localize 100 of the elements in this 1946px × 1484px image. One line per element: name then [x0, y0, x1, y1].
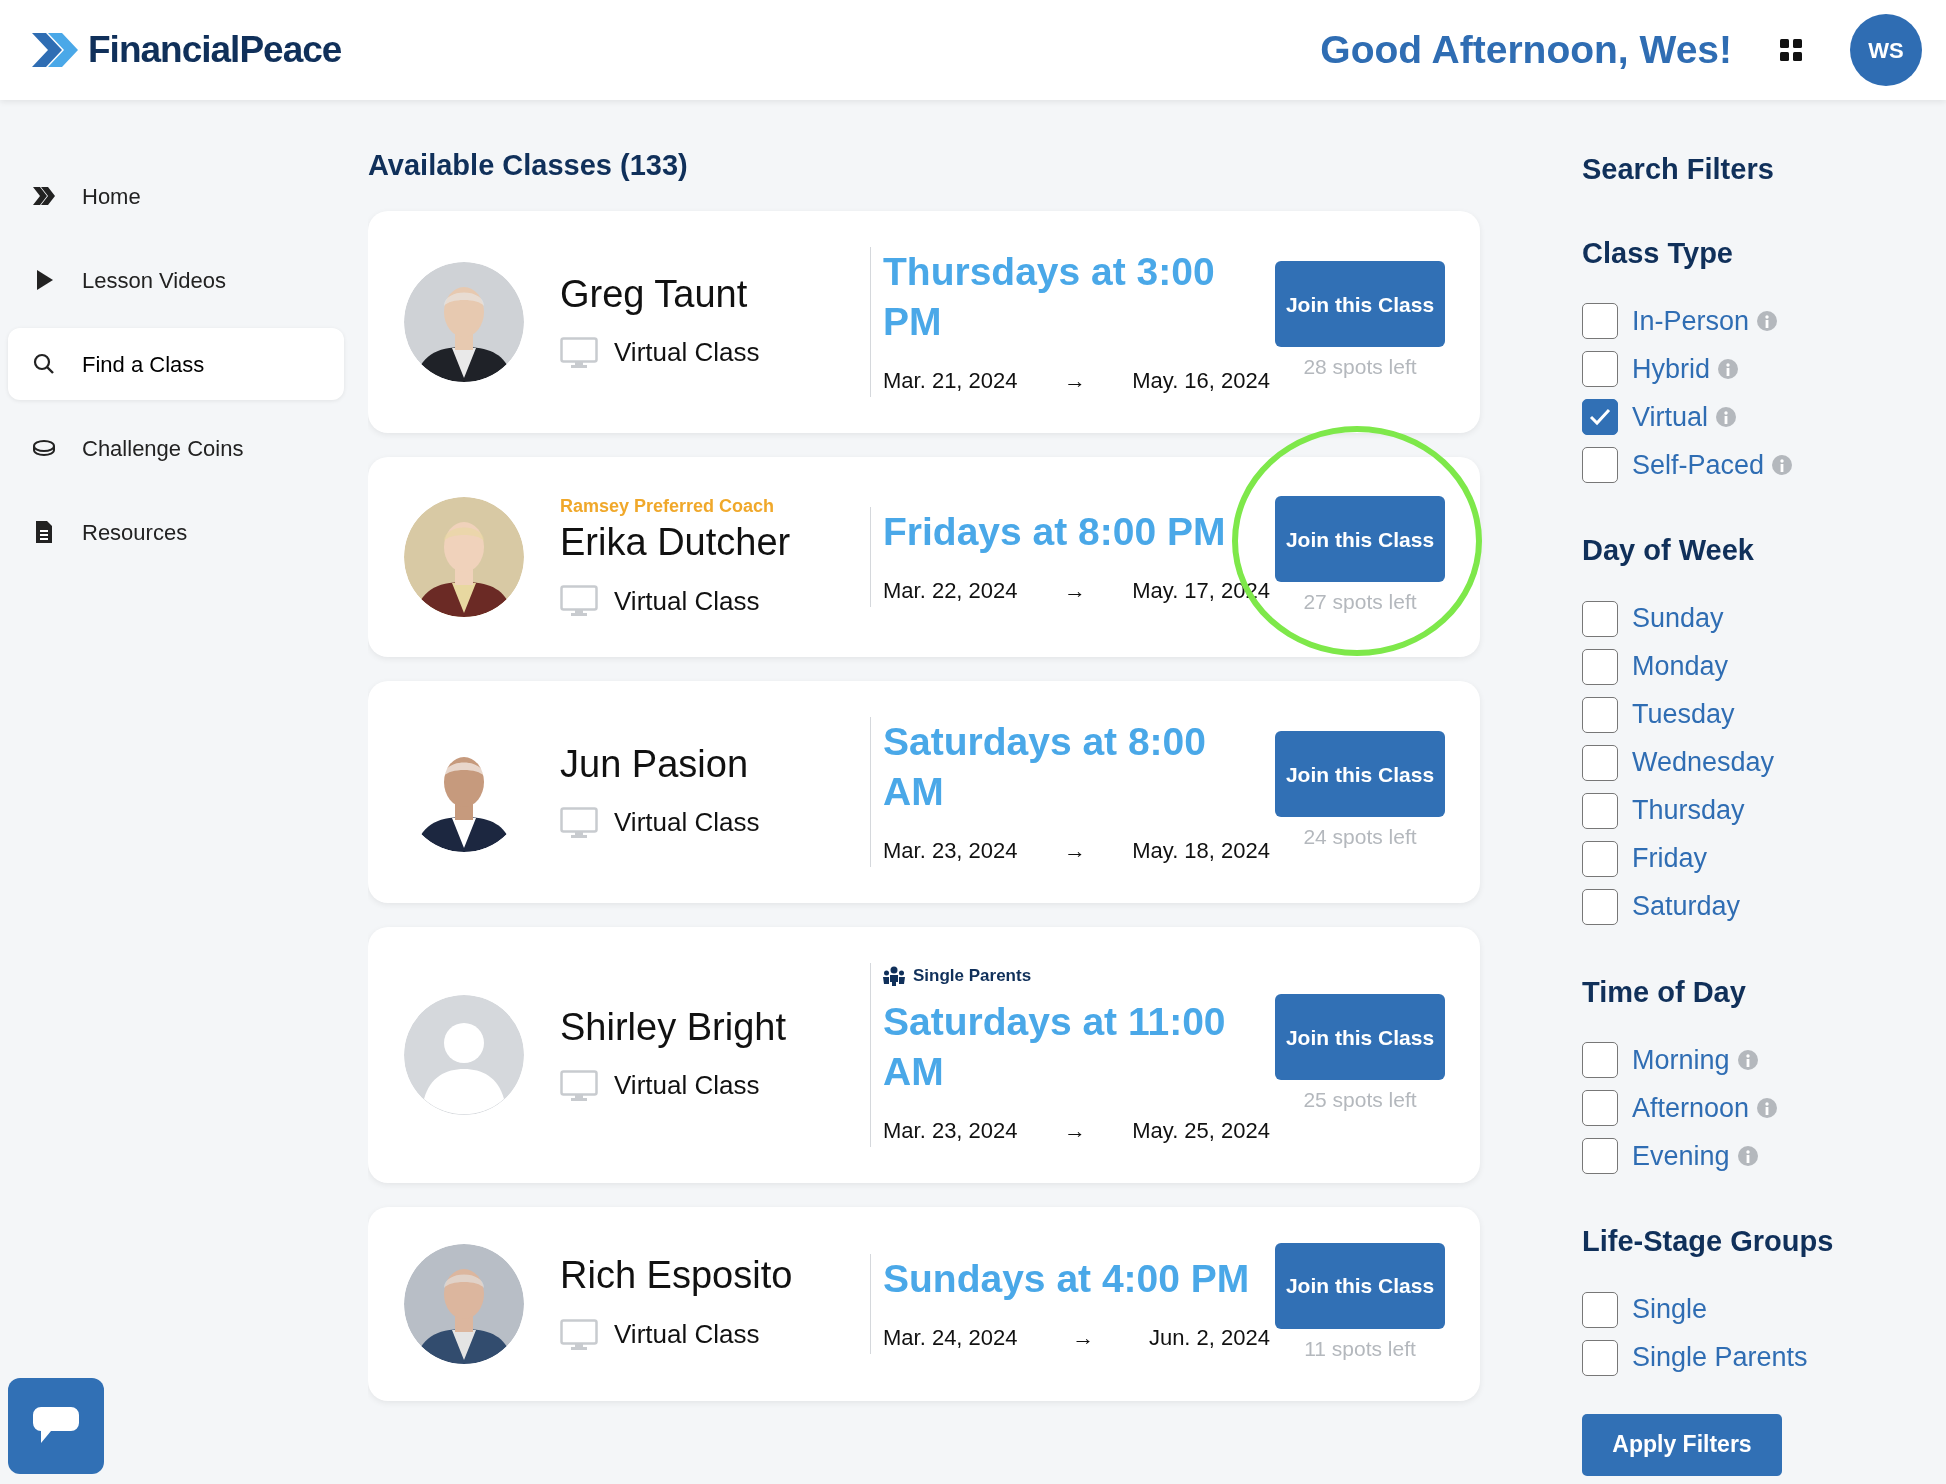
end-date: Jun. 2, 2024 — [1148, 1323, 1270, 1352]
checkbox[interactable] — [1582, 1090, 1618, 1126]
sidebar-item[interactable]: Challenge Coins — [8, 412, 344, 484]
greeting: Good Afternoon, Wes! — [1320, 26, 1732, 73]
join-class-button[interactable]: Join this Class — [1275, 731, 1445, 818]
check-icon — [1588, 407, 1612, 427]
class-format: Virtual Class — [614, 584, 760, 618]
arrow-text: → — [1063, 367, 1086, 396]
checkbox[interactable] — [1582, 1138, 1618, 1174]
filter-option-label[interactable]: Monday — [1632, 646, 1729, 687]
sidebar-item[interactable]: Lesson Videos — [8, 244, 344, 316]
spots-left: 27 spots left — [1303, 589, 1417, 616]
coach-name: Shirley Bright — [560, 1004, 787, 1050]
filter-option-label[interactable]: Self-Paced — [1632, 444, 1765, 486]
filter-option-label[interactable]: Single Parents — [1632, 1337, 1808, 1378]
filter-group-title: Day of Week — [1582, 533, 1755, 568]
class-format: Virtual Class — [614, 336, 760, 370]
logo-text[interactable]: FinancialPeace — [88, 22, 342, 78]
app-grid-icon[interactable] — [1780, 39, 1802, 61]
class-schedule: Sundays at 4:00 PM — [883, 1255, 1251, 1302]
class-schedule: Saturdays at 11:00 AM — [883, 998, 1227, 1096]
end-date: May. 18, 2024 — [1132, 837, 1270, 866]
arrow-text: → — [1063, 1117, 1086, 1145]
arrow-text: → — [1063, 576, 1086, 605]
checkbox[interactable] — [1582, 399, 1618, 435]
filter-option-label[interactable]: Friday — [1632, 838, 1707, 879]
filter-option-label[interactable]: Saturday — [1632, 886, 1741, 927]
filter-option-label[interactable]: Evening — [1632, 1135, 1730, 1177]
checkbox[interactable] — [1582, 1339, 1618, 1376]
class-schedule: Thursdays at 3:00 PM — [883, 248, 1216, 346]
checkbox[interactable] — [1582, 303, 1618, 339]
sidebar-item[interactable]: Find a Class — [8, 328, 344, 400]
filter-option-label[interactable]: Tuesday — [1632, 694, 1735, 735]
spots-left: 25 spots left — [1303, 1087, 1417, 1114]
filter-group-title: Life-Stage Groups — [1582, 1224, 1835, 1259]
filter-option-label[interactable]: Afternoon — [1632, 1087, 1750, 1129]
class-format: Virtual Class — [614, 1069, 760, 1103]
filter-option-label[interactable]: Hybrid — [1632, 348, 1711, 390]
coach-label: Ramsey Preferred Coach — [560, 495, 776, 519]
join-class-button[interactable]: Join this Class — [1275, 496, 1445, 583]
monitor-icon — [560, 806, 598, 839]
spots-left: 11 spots left — [1304, 1336, 1416, 1362]
filters-title: Search Filters — [1582, 152, 1775, 187]
checkbox[interactable] — [1582, 600, 1618, 637]
coach-name: Greg Taunt — [560, 271, 749, 317]
start-date: Mar. 23, 2024 — [883, 837, 1018, 866]
class-format: Virtual Class — [614, 806, 760, 840]
checkbox[interactable] — [1582, 744, 1618, 781]
class-schedule: Fridays at 8:00 PM — [883, 509, 1227, 556]
checkbox[interactable] — [1582, 696, 1618, 733]
sidebar-item[interactable]: Home — [8, 160, 344, 232]
join-class-button[interactable]: Join this Class — [1275, 261, 1445, 348]
start-date: Mar. 23, 2024 — [883, 1117, 1018, 1145]
arrow-text: → — [1072, 1323, 1095, 1352]
checkbox[interactable] — [1582, 351, 1618, 387]
coach-name: Erika Dutcher — [560, 520, 792, 566]
class-format: Virtual Class — [614, 1318, 760, 1352]
join-class-button[interactable]: Join this Class — [1275, 1243, 1445, 1329]
checkbox[interactable] — [1582, 840, 1618, 877]
chat-button[interactable] — [8, 1378, 104, 1474]
checkbox[interactable] — [1582, 447, 1618, 483]
filter-group-title: Class Type — [1582, 235, 1734, 271]
spots-left: 24 spots left — [1303, 824, 1417, 851]
spots-left: 28 spots left — [1303, 354, 1417, 381]
filter-option-label[interactable]: Single — [1632, 1289, 1708, 1330]
sidebar-item[interactable]: Resources — [8, 496, 344, 568]
start-date: Mar. 22, 2024 — [883, 576, 1018, 605]
user-avatar[interactable]: WS — [1850, 14, 1922, 86]
coach-name: Rich Esposito — [560, 1253, 794, 1299]
filter-option-label[interactable]: Wednesday — [1632, 742, 1775, 783]
start-date: Mar. 24, 2024 — [883, 1323, 1018, 1352]
filter-option-label[interactable]: Thursday — [1632, 790, 1745, 831]
class-schedule: Saturdays at 8:00 AM — [883, 718, 1207, 816]
search-icon — [32, 352, 56, 376]
section-title: Available Classes (133) — [368, 148, 689, 183]
start-date: Mar. 21, 2024 — [883, 367, 1018, 396]
people-icon — [883, 965, 905, 986]
checkbox[interactable] — [1582, 1291, 1618, 1328]
monitor-icon — [560, 585, 598, 618]
filter-group-title: Time of Day — [1582, 974, 1747, 1010]
filter-option-label[interactable]: Virtual — [1632, 396, 1709, 438]
checkbox[interactable] — [1582, 888, 1618, 925]
filter-option-label[interactable]: In-Person — [1632, 300, 1750, 342]
group-label: Single Parents — [913, 965, 1032, 988]
join-class-button[interactable]: Join this Class — [1275, 994, 1445, 1081]
chevrons-icon — [32, 184, 56, 208]
end-date: May. 16, 2024 — [1132, 367, 1270, 396]
avatar-placeholder-icon — [404, 995, 524, 1116]
end-date: May. 25, 2024 — [1132, 1117, 1270, 1145]
monitor-icon — [560, 1069, 598, 1102]
apply-filters-button[interactable]: Apply Filters — [1582, 1413, 1782, 1476]
filter-option-label[interactable]: Morning — [1632, 1039, 1730, 1081]
arrow-text: → — [1063, 837, 1086, 866]
monitor-icon — [560, 336, 598, 369]
checkbox[interactable] — [1582, 1042, 1618, 1078]
logo-icon — [30, 31, 80, 69]
checkbox[interactable] — [1582, 792, 1618, 829]
monitor-icon — [560, 1318, 598, 1351]
checkbox[interactable] — [1582, 648, 1618, 685]
filter-option-label[interactable]: Sunday — [1632, 598, 1724, 639]
